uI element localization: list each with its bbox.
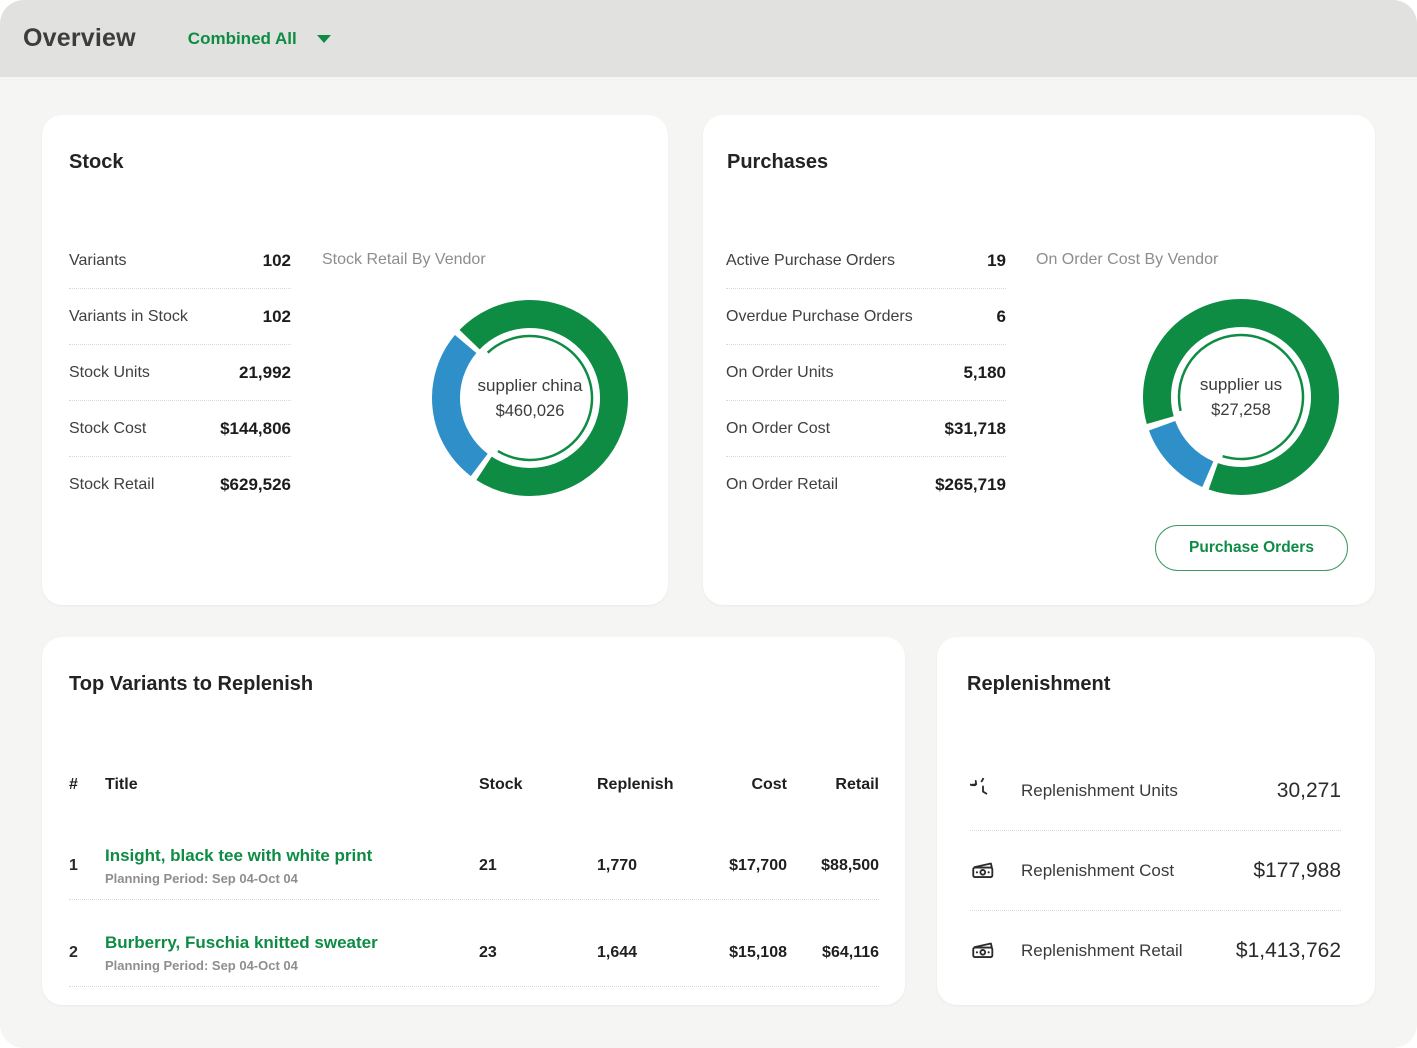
stat-row: On Order Units 5,180 [726, 345, 1006, 401]
cash-icon [970, 938, 996, 964]
scope-selector-label: Combined All [188, 29, 297, 49]
stat-label: Stock Cost [69, 420, 146, 438]
content-area: Stock Variants 102 Variants in Stock 102… [0, 77, 1417, 1005]
stat-value: 102 [263, 251, 291, 271]
top-variants-card: Top Variants to Replenish # Title Stock … [42, 637, 905, 1005]
replenishment-title: Replenishment [967, 673, 1110, 696]
purchases-chart-caption: On Order Cost By Vendor [1036, 251, 1218, 269]
cash-icon [970, 858, 996, 884]
stat-row: Overdue Purchase Orders 6 [726, 289, 1006, 345]
table-row: 2 Burberry, Fuschia knitted sweater Plan… [69, 900, 879, 987]
replenish-cell: 1,770 [597, 857, 690, 875]
replenishment-card: Replenishment Replenishment Units 30,271 [937, 637, 1375, 1005]
stat-value: 5,180 [963, 363, 1006, 383]
table-row: 1 Insight, black tee with white print Pl… [69, 813, 879, 900]
replenishment-row-value: $177,988 [1253, 859, 1341, 883]
variant-cell: Insight, black tee with white print Plan… [105, 844, 479, 888]
stock-stats-list: Variants 102 Variants in Stock 102 Stock… [69, 233, 291, 513]
variant-cell: Burberry, Fuschia knitted sweater Planni… [105, 931, 479, 975]
col-header-num: # [69, 776, 105, 794]
stat-label: On Order Cost [726, 420, 830, 438]
col-header-retail: Retail [787, 776, 879, 794]
stat-label: Variants [69, 252, 127, 270]
retail-cell: $88,500 [787, 857, 879, 875]
stat-value: 21,992 [239, 363, 291, 383]
stock-card-title: Stock [69, 151, 123, 174]
replenishment-row-value: 30,271 [1277, 779, 1341, 803]
stat-row: On Order Retail $265,719 [726, 457, 1006, 513]
scope-selector[interactable]: Combined All [188, 29, 331, 49]
row-number: 2 [69, 944, 105, 962]
purchases-donut-svg [1141, 297, 1341, 497]
stat-value: $144,806 [220, 419, 291, 439]
stock-card: Stock Variants 102 Variants in Stock 102… [42, 115, 668, 605]
purchases-card: Purchases Active Purchase Orders 19 Over… [703, 115, 1375, 605]
stat-row: Stock Retail $629,526 [69, 457, 291, 513]
stat-label: On Order Units [726, 364, 834, 382]
dashboard-screen: Overview Combined All Stock Variants 102… [0, 0, 1417, 1048]
replenishment-list: Replenishment Units 30,271 Rep [970, 751, 1341, 991]
stat-label: Stock Retail [69, 476, 154, 494]
chevron-down-icon [317, 35, 331, 43]
cost-cell: $15,108 [690, 944, 787, 962]
purchases-stats-list: Active Purchase Orders 19 Overdue Purcha… [726, 233, 1006, 513]
cost-cell: $17,700 [690, 857, 787, 875]
stat-value: $265,719 [935, 475, 1006, 495]
replenish-cell: 1,644 [597, 944, 690, 962]
stock-donut-svg [430, 298, 630, 498]
variants-table: # Title Stock Replenish Cost Retail 1 In… [69, 757, 879, 987]
stat-row: Active Purchase Orders 19 [726, 233, 1006, 289]
stock-cell: 23 [479, 944, 597, 962]
replenishment-row-label: Replenishment Cost [1021, 861, 1174, 881]
stat-row: Variants 102 [69, 233, 291, 289]
variant-title-link[interactable]: Burberry, Fuschia knitted sweater [105, 931, 479, 955]
stat-label: Overdue Purchase Orders [726, 308, 913, 326]
variant-subtitle: Planning Period: Sep 04-Oct 04 [105, 870, 479, 888]
stat-row: On Order Cost $31,718 [726, 401, 1006, 457]
replenishment-row-value: $1,413,762 [1236, 939, 1341, 963]
history-icon [970, 778, 996, 804]
top-bar: Overview Combined All [0, 0, 1417, 77]
col-header-stock: Stock [479, 776, 597, 794]
col-header-title: Title [105, 776, 479, 794]
stat-label: On Order Retail [726, 476, 838, 494]
stat-row: Stock Units 21,992 [69, 345, 291, 401]
purchases-card-title: Purchases [727, 151, 828, 174]
replenishment-row-label: Replenishment Retail [1021, 941, 1183, 961]
replenishment-row-label: Replenishment Units [1021, 781, 1178, 801]
stat-row: Variants in Stock 102 [69, 289, 291, 345]
list-item: Replenishment Retail $1,413,762 [970, 911, 1341, 991]
purchase-orders-button[interactable]: Purchase Orders [1155, 525, 1348, 571]
stat-value: 102 [263, 307, 291, 327]
row-number: 1 [69, 857, 105, 875]
stock-donut-chart[interactable]: supplier china $460,026 [430, 298, 630, 498]
stat-label: Active Purchase Orders [726, 252, 895, 270]
top-variants-title: Top Variants to Replenish [69, 673, 313, 696]
list-item: Replenishment Cost $177,988 [970, 831, 1341, 911]
stat-value: 19 [987, 251, 1006, 271]
col-header-replenish: Replenish [597, 776, 690, 794]
variants-table-header: # Title Stock Replenish Cost Retail [69, 757, 879, 813]
stat-value: $31,718 [945, 419, 1006, 439]
variant-title-link[interactable]: Insight, black tee with white print [105, 844, 479, 868]
stat-label: Variants in Stock [69, 308, 188, 326]
col-header-cost: Cost [690, 776, 787, 794]
list-item: Replenishment Units 30,271 [970, 751, 1341, 831]
stat-value: $629,526 [220, 475, 291, 495]
variant-subtitle: Planning Period: Sep 04-Oct 04 [105, 957, 479, 975]
stat-row: Stock Cost $144,806 [69, 401, 291, 457]
stat-label: Stock Units [69, 364, 150, 382]
page-title: Overview [23, 24, 136, 53]
purchases-donut-chart[interactable]: supplier us $27,258 [1141, 297, 1341, 497]
stock-chart-caption: Stock Retail By Vendor [322, 251, 486, 269]
stat-value: 6 [997, 307, 1006, 327]
retail-cell: $64,116 [787, 944, 879, 962]
stock-cell: 21 [479, 857, 597, 875]
